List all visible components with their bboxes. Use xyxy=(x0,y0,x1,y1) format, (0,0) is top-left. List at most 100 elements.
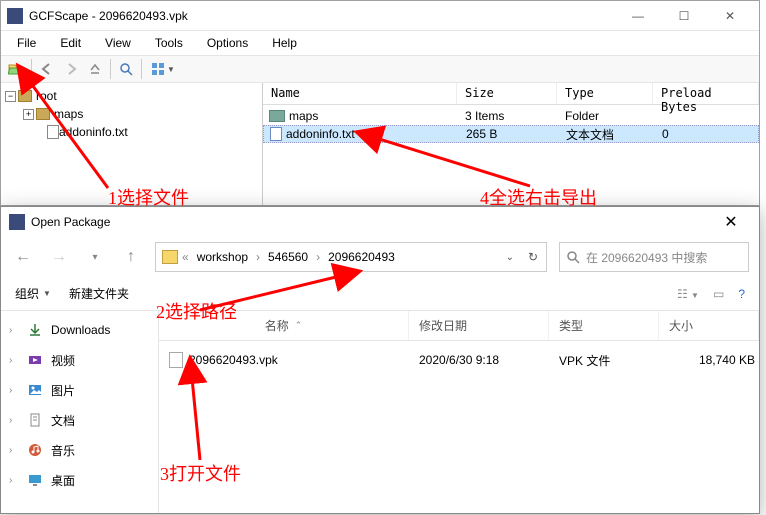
col-type[interactable]: 类型 xyxy=(549,311,659,340)
row-type: 文本文档 xyxy=(558,126,654,143)
sidebar-documents[interactable]: › 文档 xyxy=(1,405,158,435)
crumb-546560[interactable]: 546560 xyxy=(264,248,312,266)
tree-maps[interactable]: + maps xyxy=(5,105,258,123)
col-name-label: 名称 xyxy=(265,317,289,334)
nav-recent[interactable]: ▾ xyxy=(83,245,107,269)
crumb-workshop[interactable]: workshop xyxy=(193,248,252,266)
row-name: maps xyxy=(289,109,318,123)
chevron-icon: « xyxy=(182,250,189,264)
menu-file[interactable]: File xyxy=(17,36,36,50)
nav-row: ← → ▾ ↑ « workshop › 546560 › 2096620493… xyxy=(1,237,759,277)
nav-up[interactable]: ↑ xyxy=(119,245,143,269)
preview-pane-button[interactable]: ▭ xyxy=(713,287,724,301)
col-name[interactable]: 名称 ⌃ xyxy=(159,311,409,340)
chevron-icon: › xyxy=(316,250,320,264)
list-row[interactable]: addoninfo.txt 265 B 文本文档 0 xyxy=(263,125,759,143)
row-preload: 0 xyxy=(654,127,758,141)
col-preload[interactable]: Preload Bytes xyxy=(653,83,759,104)
desktop-icon xyxy=(27,472,43,488)
tree-maps-label: maps xyxy=(54,107,83,121)
folder-open-icon xyxy=(8,61,24,77)
folder-icon xyxy=(36,108,50,120)
gcfscape-titlebar[interactable]: GCFScape - 2096620493.vpk — ☐ ✕ xyxy=(1,1,759,31)
file-name: 2096620493.vpk xyxy=(189,353,278,367)
col-name[interactable]: Name xyxy=(263,83,457,104)
help-button[interactable]: ? xyxy=(738,287,745,301)
sidebar-downloads[interactable]: › Downloads xyxy=(1,315,158,345)
sidebar[interactable]: › Downloads › 视频 › 图片 › 文档 › xyxy=(1,311,159,513)
row-size: 3 Items xyxy=(457,109,557,123)
col-size[interactable]: 大小 xyxy=(659,311,759,340)
tree-root[interactable]: − root xyxy=(5,87,258,105)
search-box[interactable]: 在 2096620493 中搜索 xyxy=(559,242,749,272)
view-mode-button[interactable]: ☷ ▼ xyxy=(677,287,699,301)
file-icon xyxy=(47,125,59,139)
sort-asc-icon: ⌃ xyxy=(295,320,303,331)
back-icon xyxy=(40,62,54,76)
forward-button[interactable] xyxy=(60,58,82,80)
new-folder-button[interactable]: 新建文件夹 xyxy=(69,285,129,302)
path-dropdown[interactable]: ⌄ xyxy=(506,252,514,263)
download-icon xyxy=(27,322,43,338)
row-size: 265 B xyxy=(458,127,558,141)
sidebar-video[interactable]: › 视频 xyxy=(1,345,158,375)
menu-help[interactable]: Help xyxy=(272,36,297,50)
organize-label: 组织 xyxy=(15,285,39,302)
dialog-titlebar[interactable]: Open Package ✕ xyxy=(1,207,759,237)
up-button[interactable] xyxy=(84,58,106,80)
open-file-button[interactable] xyxy=(5,58,27,80)
tree-panel[interactable]: − root + maps addoninfo.txt xyxy=(1,83,263,205)
menubar: File Edit View Tools Options Help xyxy=(1,31,759,55)
sidebar-desktop[interactable]: › 桌面 xyxy=(1,465,158,495)
view-icon xyxy=(151,62,165,76)
list-panel[interactable]: Name Size Type Preload Bytes maps 3 Item… xyxy=(263,83,759,205)
folder-icon xyxy=(18,90,32,102)
maximize-button[interactable]: ☐ xyxy=(661,2,707,30)
menu-tools[interactable]: Tools xyxy=(155,36,183,50)
app-icon xyxy=(9,214,25,230)
up-icon xyxy=(88,62,102,76)
sidebar-pictures[interactable]: › 图片 xyxy=(1,375,158,405)
chevron-down-icon: ▼ xyxy=(43,289,51,298)
chevron-icon: › xyxy=(9,355,19,366)
folder-icon xyxy=(269,110,285,122)
tree-addoninfo[interactable]: addoninfo.txt xyxy=(5,123,258,141)
sidebar-label: 文档 xyxy=(51,412,75,429)
expand-icon[interactable]: + xyxy=(23,109,34,120)
dialog-close[interactable]: ✕ xyxy=(711,208,751,236)
minimize-button[interactable]: — xyxy=(615,2,661,30)
file-row[interactable]: 2096620493.vpk 2020/6/30 9:18 VPK 文件 18,… xyxy=(159,347,759,373)
col-type[interactable]: Type xyxy=(557,83,653,104)
video-icon xyxy=(27,352,43,368)
search-icon xyxy=(119,62,133,76)
sidebar-music[interactable]: › 音乐 xyxy=(1,435,158,465)
chevron-icon: › xyxy=(9,415,19,426)
sidebar-label: Downloads xyxy=(51,323,110,337)
search-placeholder: 在 2096620493 中搜索 xyxy=(586,249,707,266)
view-mode-dropdown[interactable]: ▼ xyxy=(146,58,180,80)
menu-view[interactable]: View xyxy=(105,36,131,50)
search-button[interactable] xyxy=(115,58,137,80)
back-button[interactable] xyxy=(36,58,58,80)
breadcrumb-bar[interactable]: « workshop › 546560 › 2096620493 ⌄ ↻ xyxy=(155,242,547,272)
refresh-button[interactable]: ↻ xyxy=(528,250,538,264)
chevron-icon: › xyxy=(9,325,19,336)
organize-menu[interactable]: 组织 ▼ xyxy=(15,285,51,302)
col-date[interactable]: 修改日期 xyxy=(409,311,549,340)
menu-options[interactable]: Options xyxy=(207,36,248,50)
collapse-icon[interactable]: − xyxy=(5,91,16,102)
file-list[interactable]: 名称 ⌃ 修改日期 类型 大小 2096620493.vpk 2020/6/30… xyxy=(159,311,759,513)
nav-back[interactable]: ← xyxy=(11,245,35,269)
sidebar-label: 桌面 xyxy=(51,472,75,489)
dialog-title: Open Package xyxy=(31,215,711,229)
menu-edit[interactable]: Edit xyxy=(60,36,81,50)
documents-icon xyxy=(27,412,43,428)
file-date: 2020/6/30 9:18 xyxy=(409,353,549,367)
search-icon xyxy=(566,250,580,264)
col-size[interactable]: Size xyxy=(457,83,557,104)
close-button[interactable]: ✕ xyxy=(707,2,753,30)
app-icon xyxy=(7,8,23,24)
nav-forward[interactable]: → xyxy=(47,245,71,269)
chevron-icon: › xyxy=(9,475,19,486)
crumb-2096620493[interactable]: 2096620493 xyxy=(324,248,399,266)
